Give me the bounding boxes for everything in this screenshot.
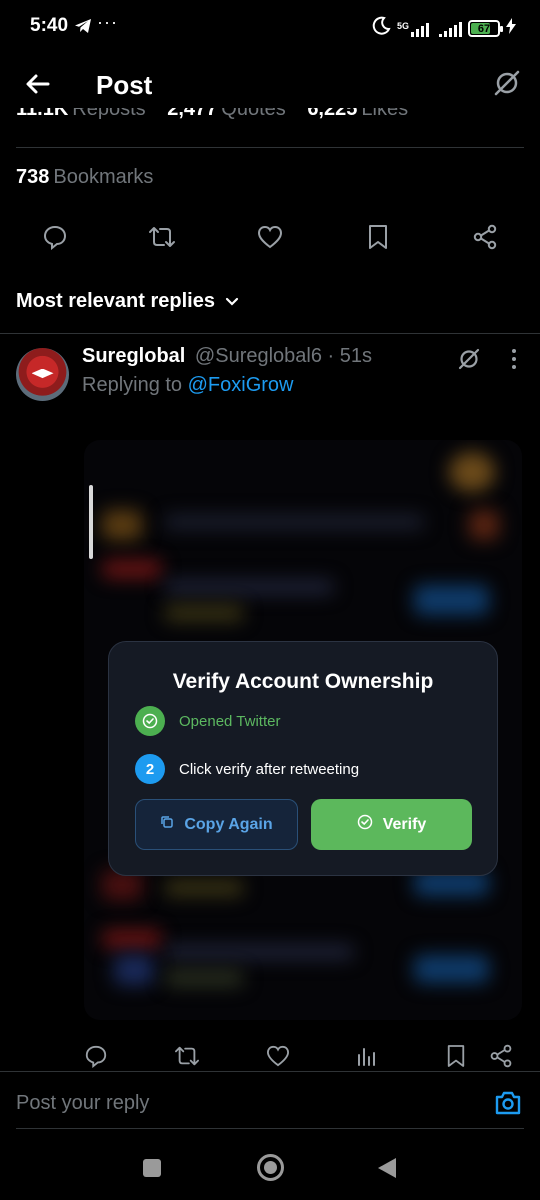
more-notifications: ···	[97, 12, 118, 32]
recents-icon[interactable]	[143, 1159, 161, 1177]
check-icon	[135, 706, 165, 736]
page-title: Post	[96, 70, 153, 100]
quotes-count[interactable]: 2,477	[167, 108, 217, 120]
replies-sort-dropdown[interactable]: Most relevant replies	[16, 290, 239, 313]
camera-icon[interactable]	[494, 1090, 522, 1121]
replying-to: Replying to @FoxiGrow	[82, 374, 294, 397]
copy-again-button[interactable]: Copy Again	[135, 799, 298, 850]
top-app-bar: Post	[0, 56, 540, 116]
share-icon[interactable]	[470, 222, 500, 252]
grok-icon[interactable]	[456, 346, 482, 377]
signal-icon-2	[439, 21, 462, 37]
likes-label: Likes	[361, 108, 409, 120]
bookmark-icon[interactable]	[363, 222, 393, 252]
bookmarks-label: Bookmarks	[53, 166, 154, 188]
step2-number: 2	[135, 754, 165, 784]
reposts-count[interactable]: 11.1K	[16, 108, 68, 120]
telegram-icon	[74, 18, 92, 39]
reply-composer-input[interactable]: Post your reply	[16, 1092, 149, 1115]
back-icon[interactable]	[378, 1158, 396, 1178]
quotes-label: Quotes	[221, 108, 286, 120]
verify-label: Verify	[382, 815, 427, 833]
popup-title: Verify Account Ownership	[172, 670, 434, 693]
step1-text: Opened Twitter	[179, 712, 281, 730]
divider	[0, 1071, 540, 1072]
bookmarks-stat[interactable]: 738 Bookmarks	[16, 166, 153, 189]
reply-actions	[0, 1042, 540, 1072]
step-click-verify: 2 Click verify after retweeting	[135, 754, 359, 784]
verify-popup: Verify Account Ownership Opened Twitter …	[108, 641, 498, 876]
status-time: 5:40	[30, 15, 69, 36]
bookmark-icon[interactable]	[442, 1042, 470, 1070]
status-bar: 5:40 ··· 5G 67	[0, 0, 540, 56]
repost-icon[interactable]	[147, 222, 177, 252]
reply-icon[interactable]	[40, 222, 70, 252]
charging-icon	[506, 18, 516, 39]
back-arrow-icon[interactable]	[22, 68, 54, 100]
verify-button[interactable]: Verify	[311, 799, 472, 850]
moon-icon	[371, 16, 391, 41]
network-label: 5G	[396, 20, 409, 31]
text-caret	[89, 485, 93, 559]
like-icon[interactable]	[264, 1042, 292, 1070]
home-icon[interactable]	[257, 1154, 284, 1181]
copy-again-label: Copy Again	[184, 815, 273, 833]
reposts-label: Reposts	[72, 108, 146, 120]
system-nav-bar	[0, 1130, 540, 1200]
check-icon	[357, 814, 373, 835]
step-opened-twitter: Opened Twitter	[135, 706, 280, 736]
sort-label: Most relevant replies	[16, 290, 215, 312]
avatar[interactable]	[16, 348, 69, 401]
share-icon[interactable]	[487, 1042, 515, 1070]
divider	[16, 147, 524, 148]
post-actions	[0, 222, 540, 256]
copy-icon	[160, 815, 174, 834]
divider	[0, 333, 540, 334]
more-icon[interactable]	[510, 348, 518, 375]
replying-to-prefix: Replying to	[82, 374, 183, 396]
grok-icon[interactable]	[492, 68, 522, 103]
replying-to-link[interactable]: @FoxiGrow	[188, 374, 294, 396]
divider	[16, 1128, 524, 1129]
reply-author: Sureglobal @Sureglobal6 · 51s	[82, 345, 372, 368]
battery-level: 67	[477, 22, 491, 35]
graduation-cap-icon	[31, 368, 54, 379]
battery-icon: 67	[468, 20, 503, 37]
reply-author-handle: @Sureglobal6 · 51s	[194, 345, 372, 367]
views-icon[interactable]	[352, 1042, 380, 1070]
chevron-down-icon	[225, 290, 239, 313]
bookmarks-count: 738	[16, 166, 50, 188]
post-stats: 11.1K Reposts 2,477 Quotes 6,225 Likes	[16, 108, 536, 130]
reply-author-name[interactable]: Sureglobal	[82, 345, 185, 367]
like-icon[interactable]	[255, 222, 285, 252]
step2-text: Click verify after retweeting	[179, 760, 360, 778]
signal-icon: 5G	[397, 21, 429, 37]
likes-count[interactable]: 6,225	[307, 108, 357, 120]
repost-icon[interactable]	[173, 1042, 201, 1070]
reply-icon[interactable]	[82, 1042, 110, 1070]
